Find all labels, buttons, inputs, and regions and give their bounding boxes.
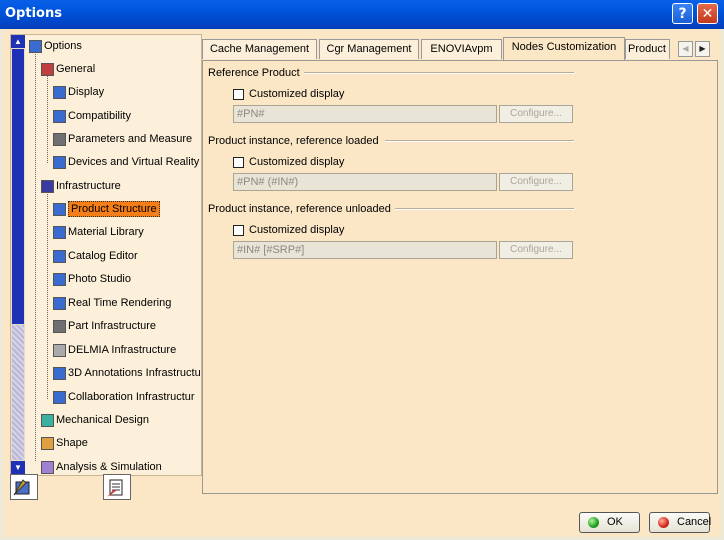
tab-cgr-management[interactable]: Cgr Management: [319, 39, 419, 59]
checkbox-label: Customized display: [249, 224, 345, 236]
tree-item-material-library[interactable]: Material Library: [53, 223, 144, 241]
tree-item-real-time-rendering[interactable]: Real Time Rendering: [53, 294, 171, 312]
devices-icon: [53, 155, 66, 169]
group-divider: [385, 140, 574, 142]
title-bar[interactable]: Options ? ✕: [0, 0, 724, 29]
tab-nodes-customization[interactable]: Nodes Customization: [503, 37, 625, 60]
reset-options-icon: [107, 479, 123, 497]
group-divider: [395, 208, 574, 210]
tree-item-part-infrastructure[interactable]: Part Infrastructure: [53, 317, 156, 335]
part-infrastructure-icon: [53, 319, 66, 333]
display-icon: [53, 85, 66, 99]
tree-item-photo-studio[interactable]: Photo Studio: [53, 270, 131, 288]
instance-unloaded-format-field[interactable]: #IN# [#SRP#]: [233, 241, 497, 259]
ok-led-icon: [588, 516, 599, 528]
tab-enoviavpm[interactable]: ENOVIAvpm: [421, 39, 502, 59]
tools-options-icon: [13, 479, 30, 496]
checkbox-label: Customized display: [249, 88, 345, 100]
cancel-led-icon: [658, 516, 669, 528]
infrastructure-icon: [41, 179, 54, 193]
customized-display-checkbox-3[interactable]: [233, 224, 244, 236]
instance-loaded-format-field[interactable]: #PN# (#IN#): [233, 173, 497, 191]
tree-item-mechanical-design[interactable]: Mechanical Design: [41, 411, 149, 429]
scroll-up-arrow-icon[interactable]: ▲: [11, 35, 25, 48]
dialog-body: ▲ ▼ Options General Display Compatibilit…: [3, 29, 721, 537]
general-icon: [41, 62, 54, 76]
help-button[interactable]: ?: [672, 3, 693, 24]
reference-product-format-field[interactable]: #PN#: [233, 105, 497, 123]
tree-item-shape[interactable]: Shape: [41, 434, 88, 452]
cancel-label: Cancel: [677, 516, 712, 528]
reset-options-button[interactable]: [103, 474, 131, 500]
tree-item-catalog-editor[interactable]: Catalog Editor: [53, 247, 138, 265]
options-dialog: Options ? ✕ ▲ ▼ Options General Display …: [0, 0, 724, 540]
tab-scroll-left-icon[interactable]: ◀: [678, 41, 693, 57]
tree-item-general[interactable]: General: [41, 60, 95, 78]
product-structure-icon: [53, 202, 66, 216]
options-tree: ▲ ▼ Options General Display Compatibilit…: [10, 34, 202, 476]
configure-button-1[interactable]: Configure...: [499, 105, 573, 123]
analysis-icon: [41, 460, 54, 474]
material-library-icon: [53, 225, 66, 239]
customized-display-checkbox-1[interactable]: [233, 88, 244, 100]
scroll-down-arrow-icon[interactable]: ▼: [11, 461, 25, 474]
tab-content-nodes-customization: Reference Product Customized display #PN…: [202, 60, 718, 494]
ok-button[interactable]: OK: [579, 512, 640, 533]
cancel-button[interactable]: Cancel: [649, 512, 712, 533]
configure-button-3[interactable]: Configure...: [499, 241, 573, 259]
tree-item-3d-annotations[interactable]: 3D Annotations Infrastructu: [53, 364, 201, 382]
compatibility-icon: [53, 109, 66, 123]
tree-item-display[interactable]: Display: [53, 83, 104, 101]
tree-item-delmia-infrastructure[interactable]: DELMIA Infrastructure: [53, 341, 176, 359]
tree-item-product-structure[interactable]: Product Structure: [53, 200, 160, 218]
tree-item-parameters[interactable]: Parameters and Measure: [53, 130, 192, 148]
tab-strip: Cache Management Cgr Management ENOVIAvp…: [202, 36, 718, 60]
parameters-icon: [53, 132, 66, 146]
tab-product[interactable]: Product: [625, 39, 670, 59]
tree-line: [47, 73, 48, 163]
tab-cache-management[interactable]: Cache Management: [202, 39, 317, 59]
configure-button-2[interactable]: Configure...: [499, 173, 573, 191]
tree-line: [47, 189, 48, 399]
shape-icon: [41, 436, 54, 450]
customized-display-checkbox-2[interactable]: [233, 156, 244, 168]
close-button[interactable]: ✕: [697, 3, 718, 24]
ok-label: OK: [607, 516, 623, 528]
scroll-track[interactable]: [12, 325, 24, 460]
options-tree-icon: [29, 39, 42, 53]
checkbox-label: Customized display: [249, 156, 345, 168]
group-title-instance-loaded: Product instance, reference loaded: [208, 135, 379, 147]
tree-item-infrastructure[interactable]: Infrastructure: [41, 177, 121, 195]
photo-studio-icon: [53, 272, 66, 286]
mechanical-design-icon: [41, 413, 54, 427]
annotations-icon: [53, 366, 66, 380]
scroll-thumb[interactable]: [12, 49, 24, 324]
tree-item-options[interactable]: Options: [29, 37, 82, 55]
tree-item-compatibility[interactable]: Compatibility: [53, 107, 131, 125]
tree-scrollbar[interactable]: ▲ ▼: [11, 35, 25, 475]
tree-item-collaboration[interactable]: Collaboration Infrastructur: [53, 388, 195, 406]
customized-display-row-1[interactable]: Customized display: [233, 87, 344, 101]
group-title-reference-product: Reference Product: [208, 67, 300, 79]
group-title-instance-unloaded: Product instance, reference unloaded: [208, 203, 391, 215]
collaboration-icon: [53, 390, 66, 404]
customized-display-row-3[interactable]: Customized display: [233, 223, 344, 237]
delmia-icon: [53, 343, 66, 357]
rendering-icon: [53, 296, 66, 310]
tree-item-devices[interactable]: Devices and Virtual Reality: [53, 153, 199, 171]
customized-display-row-2[interactable]: Customized display: [233, 155, 344, 169]
window-title: Options: [5, 6, 62, 21]
catalog-editor-icon: [53, 249, 66, 263]
tab-scroll-right-icon[interactable]: ▶: [695, 41, 710, 57]
tools-options-button[interactable]: [10, 474, 38, 500]
tree-line: [35, 49, 36, 461]
group-divider: [304, 72, 574, 74]
tree-item-analysis-simulation[interactable]: Analysis & Simulation: [41, 458, 162, 475]
